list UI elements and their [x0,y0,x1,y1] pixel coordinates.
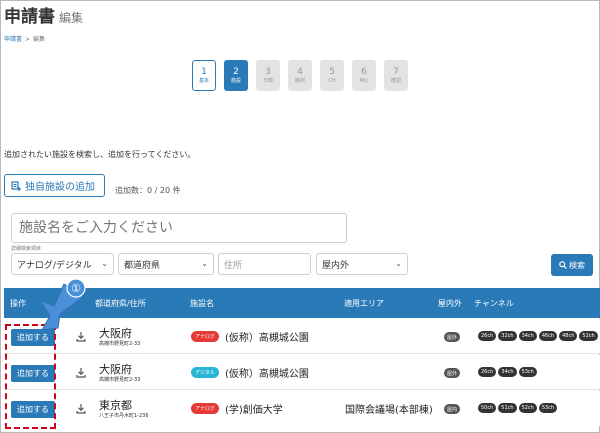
row-prefecture: 大阪府 [99,363,132,376]
channel-chip: 53ch [538,403,558,413]
step-label: 施設 [230,77,241,84]
row-channels: 50ch 51ch 52ch 53ch [478,403,558,413]
row-channels: 26ch 32ch 34ch 46ch 48ch 52ch [478,331,598,341]
add-own-facility-label: 独自施設の追加 [25,182,95,193]
callout-arrow: ① [38,278,86,331]
step-number: 1 [201,66,207,77]
step-number: 5 [329,66,335,77]
prefecture-select[interactable]: 都道府県 ⌄ [118,253,214,275]
chevron-down-icon: ⌄ [395,259,402,268]
table-row: 追加する 大阪府 高槻市野見町2-33 デジタル (仮称）高槻城公園 屋外 26… [4,355,600,390]
step-number: 3 [265,66,271,77]
channel-chip: 46ch [538,331,558,341]
channel-chip: 48ch [559,331,578,341]
step-indicator: 1 基本 2 施設 3 日時 4 機材 5 CH 6 Mic 7 確認 [192,60,408,91]
instruction-text: 追加されたい施設を検索し、追加を行ってください。 [4,150,196,159]
channel-chip: 26ch [478,331,497,341]
row-facility-name: (仮称）高槻城公園 [225,369,309,380]
step-datetime: 3 日時 [256,60,280,91]
header-channel: チャンネル [474,299,514,308]
step-basic[interactable]: 1 基本 [192,60,216,91]
row-address: 八王子市丹木町1-236 [99,413,149,419]
row-address: 高槻市野見町2-33 [99,341,141,347]
type-select-value: アナログ/デジタル [17,260,92,271]
breadcrumb-home[interactable]: 申請書 [4,36,22,43]
step-mic: 6 Mic [352,60,376,91]
step-number: 4 [297,66,303,77]
step-label: CH [328,77,336,84]
row-indoor-outdoor: 屋内 [444,404,461,414]
row-indoor-outdoor: 屋外 [444,368,461,378]
row-channels: 26ch 34ch 53ch [478,367,537,377]
step-facility[interactable]: 2 施設 [224,60,248,91]
header-facility: 施設名 [190,299,214,308]
step-number: 2 [233,66,239,77]
row-prefecture: 大阪府 [99,327,132,340]
row-facility-name: (学)創価大学 [225,405,283,416]
row-facility-name: (仮称）高槻城公園 [225,333,309,344]
step-marker: ① [71,282,81,295]
page-title: 申請書 編集 [4,2,83,27]
channel-chip: 52ch [518,403,537,413]
table-row: 追加する 東京都 八王子市丹木町1-236 アナログ (学)創価大学 国際会議場… [4,391,600,426]
digital-badge: デジタル [191,367,219,378]
chevron-down-icon: ⌄ [201,259,208,268]
breadcrumb: 申請書 > 編集 [4,34,45,43]
page-title-text: 申請書 [4,7,55,27]
indoor-outdoor-select[interactable]: 屋内外 ⌄ [316,253,408,275]
step-number: 6 [361,66,367,77]
download-icon[interactable] [76,367,86,378]
channel-chip: 50ch [478,403,497,413]
search-icon [559,261,567,269]
channel-chip: 34ch [518,331,537,341]
channel-chip: 52ch [579,331,598,341]
highlight-box [5,324,56,429]
address-input[interactable]: 住所 [218,253,311,275]
address-placeholder: 住所 [224,260,243,271]
chevron-down-icon: ⌄ [101,259,108,268]
step-confirm: 7 確認 [384,60,408,91]
facility-search-input[interactable] [11,213,347,243]
step-label: 日時 [262,77,273,84]
search-button[interactable]: 検索 [551,254,593,276]
header-area: 適用エリア [344,299,384,308]
row-prefecture: 東京都 [99,399,132,412]
page-subtitle: 編集 [59,11,84,25]
breadcrumb-current: 編集 [33,36,46,43]
channel-chip: 26ch [478,367,497,377]
filter-label: 詳細検索項目 [11,246,42,252]
indoor-outdoor-value: 屋内外 [322,260,350,271]
step-label: 基本 [198,77,209,84]
header-prefecture: 都道府県/住所 [95,299,146,308]
step-label: 機材 [294,77,305,84]
channel-chip: 32ch [498,331,517,341]
row-address: 高槻市野見町2-33 [99,377,141,383]
facility-add-icon [11,180,21,191]
channel-chip: 34ch [498,367,517,377]
row-indoor-outdoor: 屋外 [444,332,461,342]
channel-chip: 53ch [518,367,537,377]
prefecture-select-value: 都道府県 [124,260,161,271]
step-number: 7 [393,66,399,77]
row-area: 国際会議場(本部棟) [345,405,433,416]
analog-badge: アナログ [191,403,219,414]
step-channel: 5 CH [320,60,344,91]
step-label: Mic [359,77,369,84]
header-indoor-outdoor: 屋内外 [438,299,462,308]
added-count: 追加数：0 / 20 件 [115,186,181,195]
download-icon[interactable] [76,403,86,414]
type-select[interactable]: アナログ/デジタル ⌄ [11,253,114,275]
channel-chip: 51ch [498,403,517,413]
add-own-facility-button[interactable]: 独自施設の追加 [4,174,105,197]
search-button-label: 検索 [569,260,585,270]
step-equipment: 4 機材 [288,60,312,91]
breadcrumb-separator: > [25,36,31,43]
analog-badge: アナログ [191,331,219,342]
step-label: 確認 [390,77,401,84]
